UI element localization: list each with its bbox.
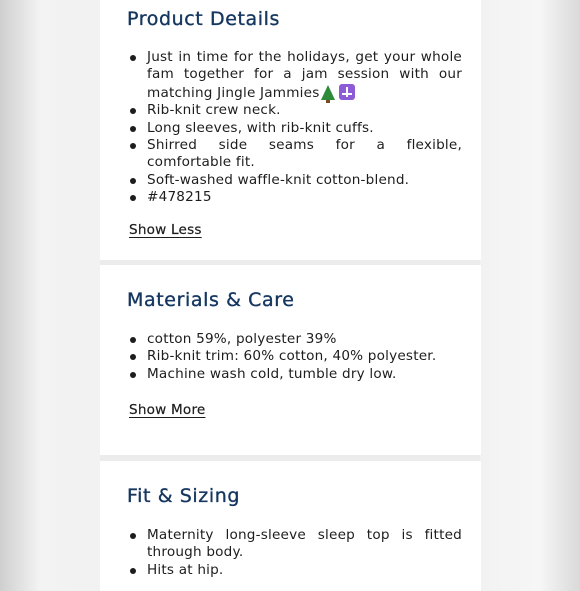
materials-care-list: cotton 59%, polyester 39% Rib-knit trim:…	[129, 331, 462, 383]
product-details-heading: Product Details	[127, 8, 281, 30]
bullet-icon	[130, 195, 136, 202]
materials-care-heading: Materials & Care	[127, 289, 295, 311]
bullet-icon	[130, 143, 136, 150]
list-item: #478215	[129, 189, 462, 206]
product-details-card: Product Details Just in time for the hol…	[100, 0, 481, 260]
list-item: Just in time for the holidays, get your …	[129, 49, 462, 103]
list-item: Shirred side seams for a flexible, comfo…	[129, 137, 462, 172]
bullet-icon	[130, 567, 136, 574]
bullet-icon	[130, 125, 136, 132]
show-less-button[interactable]: Show Less	[129, 222, 202, 238]
menorah-icon	[339, 83, 356, 100]
bullet-icon	[130, 108, 136, 115]
christmas-tree-icon	[321, 84, 336, 103]
list-item: Long sleeves, with rib-knit cuffs.	[129, 120, 462, 137]
list-item: Rib-knit trim: 60% cotton, 40% polyester…	[129, 348, 462, 365]
list-item: cotton 59%, polyester 39%	[129, 331, 462, 348]
show-more-button[interactable]: Show More	[129, 402, 206, 418]
list-item: Rib-knit crew neck.	[129, 102, 462, 119]
bullet-icon	[130, 354, 136, 361]
fit-sizing-heading: Fit & Sizing	[127, 485, 241, 507]
list-item: Hits at hip.	[129, 562, 462, 579]
fit-sizing-list: Maternity long-sleeve sleep top is fitte…	[129, 527, 462, 579]
bullet-icon	[130, 337, 136, 343]
materials-care-card: Materials & Care cotton 59%, polyester 3…	[100, 265, 481, 455]
product-details-list: Just in time for the holidays, get your …	[129, 49, 462, 207]
list-item: Machine wash cold, tumble dry low.	[129, 366, 462, 383]
bullet-icon	[130, 55, 136, 61]
list-item: Maternity long-sleeve sleep top is fitte…	[129, 527, 462, 562]
bullet-icon	[130, 177, 136, 184]
bullet-icon	[130, 371, 136, 378]
bullet-icon	[130, 533, 136, 539]
list-item: Soft-washed waffle-knit cotton-blend.	[129, 172, 462, 189]
fit-sizing-card: Fit & Sizing Maternity long-sleeve sleep…	[100, 461, 481, 591]
